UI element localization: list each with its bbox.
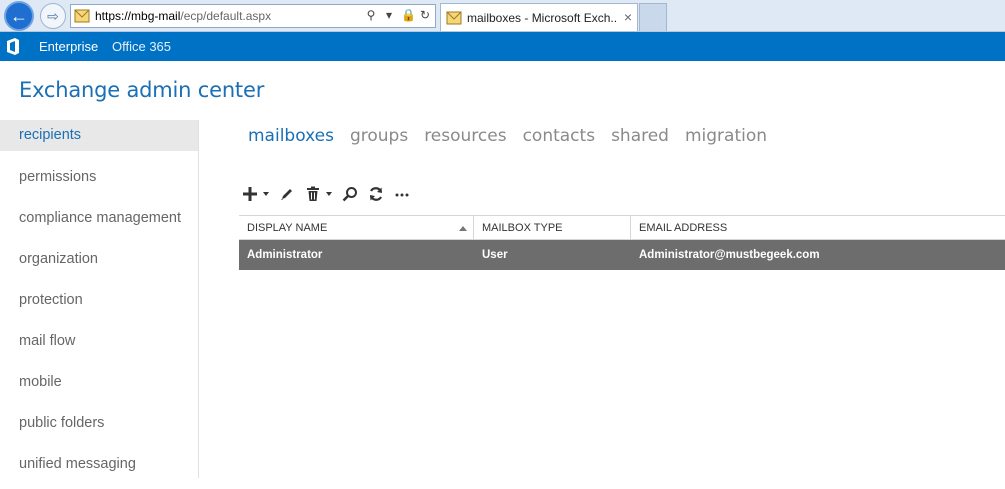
refresh-icon	[369, 187, 383, 201]
edit-icon	[281, 189, 292, 200]
office-logo-icon[interactable]	[6, 38, 20, 55]
tab-resources[interactable]: resources	[424, 126, 506, 146]
mailbox-grid: DISPLAY NAME MAILBOX TYPE EMAIL ADDRESS …	[239, 215, 1005, 270]
tab-title: mailboxes - Microsoft Exch...	[467, 11, 617, 25]
refresh-icon[interactable]: ↻	[419, 8, 431, 22]
sort-ascending-icon	[459, 226, 467, 231]
nav-item-compliance-management[interactable]: compliance management	[0, 202, 198, 243]
cell-display-name: Administrator	[247, 249, 323, 261]
dropdown-icon[interactable]: ▾	[383, 8, 395, 22]
search-button[interactable]	[342, 183, 358, 205]
left-nav: recipients permissions compliance manage…	[0, 120, 199, 478]
edit-button[interactable]	[279, 183, 295, 205]
nav-item-protection[interactable]: protection	[0, 284, 198, 325]
lock-icon[interactable]: 🔒	[401, 8, 416, 22]
url-text[interactable]: https://mbg-mail/ecp/default.aspx	[95, 9, 271, 23]
nav-item-mobile[interactable]: mobile	[0, 366, 198, 407]
column-header-label: MAILBOX TYPE	[482, 222, 563, 234]
back-arrow-icon: ←	[10, 5, 28, 26]
tab-mailboxes[interactable]: mailboxes	[248, 126, 334, 146]
url-host: https://mbg-mail	[95, 9, 181, 23]
forward-arrow-icon: ⇨	[47, 7, 59, 24]
column-header-email-address[interactable]: EMAIL ADDRESS	[631, 216, 1005, 239]
delete-button[interactable]	[305, 183, 332, 205]
column-header-label: DISPLAY NAME	[247, 222, 328, 234]
grid-toolbar	[242, 183, 420, 205]
chevron-down-icon	[326, 192, 332, 196]
address-bar-tools: ⚲ ▾ 🔒 ↻	[365, 8, 431, 22]
browser-tab[interactable]: mailboxes - Microsoft Exch... ×	[440, 3, 638, 31]
nav-item-permissions[interactable]: permissions	[0, 161, 198, 202]
forward-button[interactable]: ⇨	[40, 3, 66, 29]
search-icon	[342, 187, 357, 202]
recipients-subtabs: mailboxes groups resources contacts shar…	[248, 126, 767, 146]
browser-chrome: ← ⇨ https://mbg-mail/ecp/default.aspx ⚲ …	[0, 0, 1005, 32]
close-icon[interactable]: ×	[624, 9, 632, 25]
more-icon	[395, 193, 409, 197]
grid-header: DISPLAY NAME MAILBOX TYPE EMAIL ADDRESS	[239, 215, 1005, 240]
add-button[interactable]	[242, 183, 269, 205]
nav-item-unified-messaging[interactable]: unified messaging	[0, 448, 198, 489]
chevron-down-icon	[263, 192, 269, 196]
page-title: Exchange admin center	[19, 78, 265, 102]
column-header-display-name[interactable]: DISPLAY NAME	[239, 216, 474, 239]
column-header-mailbox-type[interactable]: MAILBOX TYPE	[474, 216, 631, 239]
tab-contacts[interactable]: contacts	[523, 126, 595, 146]
delete-icon	[307, 186, 319, 201]
refresh-button[interactable]	[368, 183, 384, 205]
nav-item-organization[interactable]: organization	[0, 243, 198, 284]
cell-email-address: Administrator@mustbegeek.com	[639, 249, 820, 261]
tab-migration[interactable]: migration	[685, 126, 767, 146]
search-icon[interactable]: ⚲	[365, 8, 377, 22]
tab-groups[interactable]: groups	[350, 126, 408, 146]
nav-item-mail-flow[interactable]: mail flow	[0, 325, 198, 366]
topbar-office365-link[interactable]: Office 365	[112, 39, 171, 54]
more-button[interactable]	[394, 183, 410, 205]
o365-top-bar: Enterprise Office 365	[0, 32, 1005, 61]
topbar-enterprise-link[interactable]: Enterprise	[39, 39, 98, 54]
new-tab-button[interactable]	[639, 3, 667, 31]
cell-mailbox-type: User	[482, 249, 508, 261]
table-row[interactable]: Administrator User Administrator@mustbeg…	[239, 240, 1005, 270]
back-button[interactable]: ←	[4, 1, 34, 31]
nav-item-public-folders[interactable]: public folders	[0, 407, 198, 448]
nav-item-recipients[interactable]: recipients	[0, 120, 198, 151]
url-path: /ecp/default.aspx	[180, 9, 272, 23]
address-bar[interactable]: https://mbg-mail/ecp/default.aspx ⚲ ▾ 🔒 …	[70, 4, 436, 28]
site-favicon-icon	[74, 9, 90, 23]
column-header-label: EMAIL ADDRESS	[639, 222, 728, 234]
tab-shared[interactable]: shared	[611, 126, 669, 146]
add-icon	[243, 187, 257, 201]
tab-favicon-icon	[446, 11, 462, 25]
